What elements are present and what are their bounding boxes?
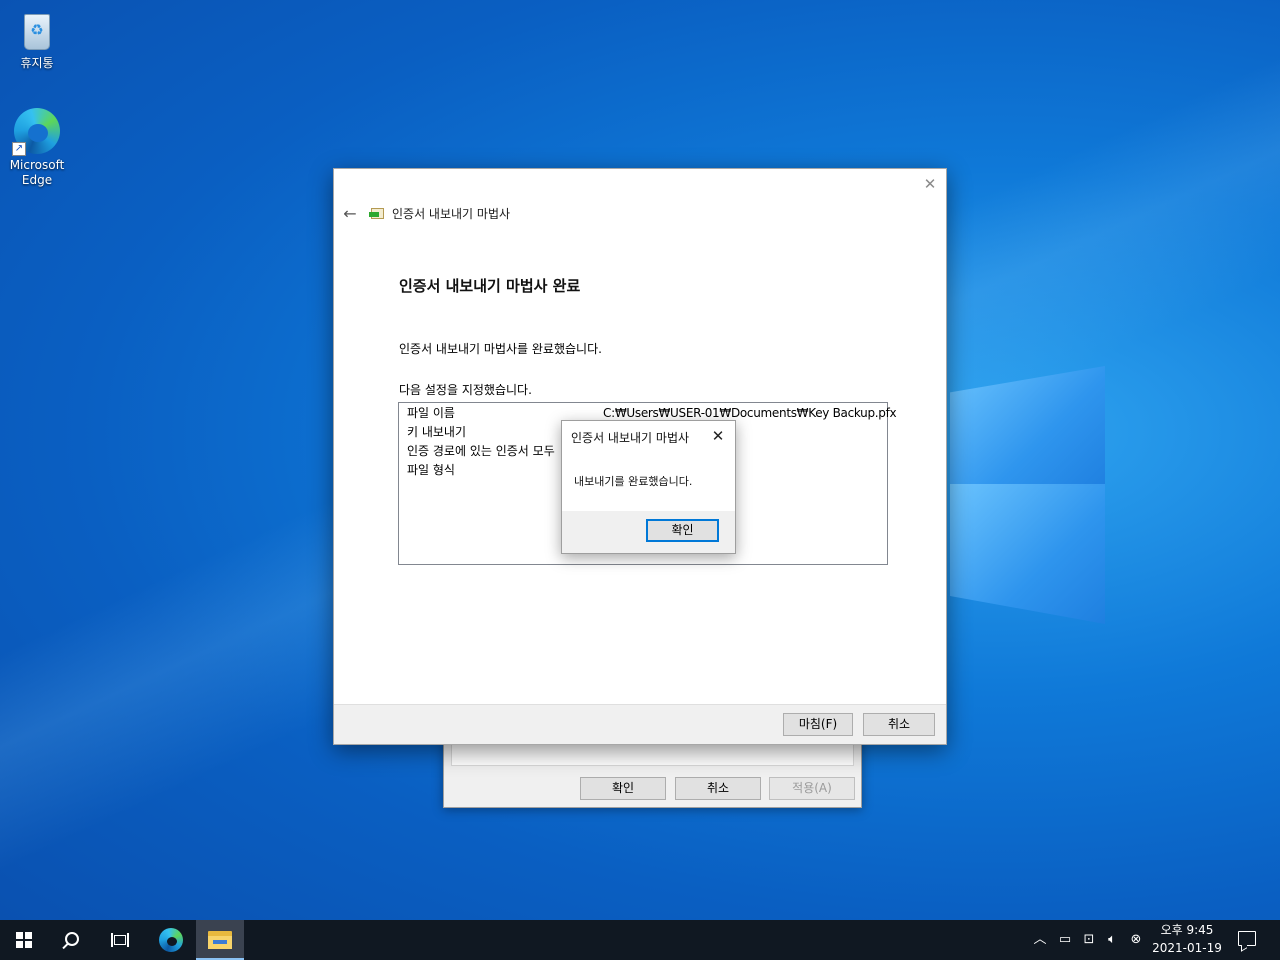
task-view-icon	[111, 933, 129, 947]
desktop-icon-recycle-bin[interactable]: ♻ 휴지통	[2, 8, 72, 71]
desktop-icon-edge[interactable]: ↗ Microsoft Edge	[2, 106, 72, 188]
search-button[interactable]	[48, 920, 96, 960]
certificate-wizard-icon	[369, 206, 386, 221]
wizard-heading: 인증서 내보내기 마법사 완료	[399, 277, 581, 295]
properties-ok-button[interactable]: 확인	[580, 777, 666, 800]
message-box-title: 인증서 내보내기 마법사	[571, 431, 690, 445]
clock-time: 오후 9:45	[1160, 923, 1214, 937]
windows-start-icon	[16, 932, 32, 948]
wizard-completed-text: 인증서 내보내기 마법사를 완료했습니다.	[399, 342, 602, 356]
message-box-footer: 확인	[562, 511, 735, 553]
taskbar-edge-button[interactable]	[147, 920, 195, 960]
volume-muted-icon[interactable]: 🔈︎	[1103, 930, 1121, 950]
setting-key: 인증 경로에 있는 인증서 모두	[407, 444, 555, 458]
taskbar-file-explorer-button[interactable]	[196, 920, 244, 960]
setting-key: 키 내보내기	[407, 425, 467, 439]
finish-button[interactable]: 마침(F)	[783, 713, 853, 736]
status-error-icon[interactable]: ⊗	[1127, 930, 1145, 950]
edge-icon: ↗	[12, 106, 62, 156]
wizard-close-icon[interactable]: ✕	[920, 173, 940, 195]
certificate-properties-dialog: 확인 취소 적용(A)	[443, 735, 862, 808]
task-view-button[interactable]	[96, 920, 144, 960]
battery-icon[interactable]: ▭	[1056, 930, 1074, 950]
recycle-bin-icon: ♻	[17, 8, 57, 52]
desktop-icon-label: 휴지통	[20, 56, 54, 70]
setting-key: 파일 이름	[407, 406, 455, 420]
network-icon[interactable]: ⊡	[1080, 930, 1098, 950]
wizard-cancel-button[interactable]: 취소	[863, 713, 935, 736]
wallpaper-windows-logo	[950, 338, 1105, 624]
properties-apply-button[interactable]: 적용(A)	[769, 777, 855, 800]
edge-icon	[159, 928, 183, 952]
file-explorer-icon	[208, 931, 232, 949]
setting-key: 파일 형식	[407, 463, 455, 477]
show-hidden-icons-chevron-icon[interactable]: ︿	[1032, 930, 1048, 950]
export-complete-message-box: 인증서 내보내기 마법사 ✕ 내보내기를 완료했습니다. 확인	[561, 420, 736, 554]
taskbar-clock[interactable]: 오후 9:45 2021-01-19	[1147, 921, 1227, 957]
wizard-app-title: 인증서 내보내기 마법사	[392, 207, 511, 221]
message-ok-button[interactable]: 확인	[646, 519, 719, 542]
taskbar: ︿ ▭ ⊡ 🔈︎ ⊗	[0, 920, 1280, 960]
clock-date: 2021-01-19	[1152, 941, 1222, 955]
back-arrow-icon[interactable]: ←	[340, 203, 360, 225]
start-button[interactable]	[0, 920, 48, 960]
wizard-settings-intro: 다음 설정을 지정했습니다.	[399, 383, 532, 397]
message-box-text: 내보내기를 완료했습니다.	[574, 475, 693, 488]
properties-cancel-button[interactable]: 취소	[675, 777, 761, 800]
search-icon	[65, 931, 79, 946]
desktop-icon-label: Microsoft Edge	[9, 158, 65, 187]
shortcut-arrow-icon: ↗	[12, 142, 26, 156]
message-close-icon[interactable]: ✕	[709, 426, 727, 446]
notification-center-icon[interactable]	[1238, 931, 1256, 946]
wizard-footer: 마침(F) 취소	[334, 704, 946, 744]
